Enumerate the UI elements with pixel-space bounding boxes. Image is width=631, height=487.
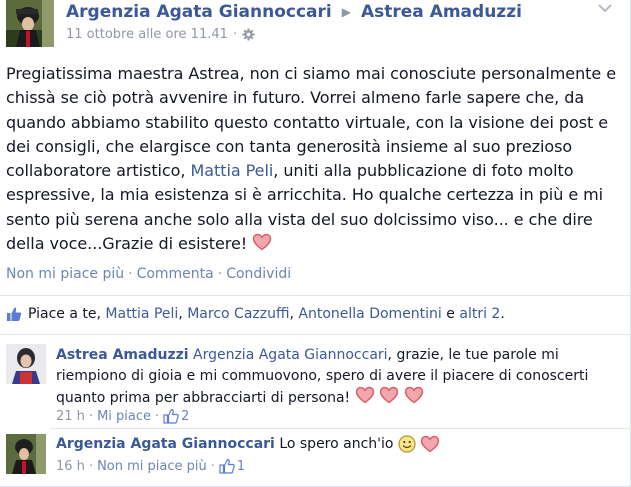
- smile-icon: [398, 435, 416, 453]
- post-target[interactable]: Astrea Amaduzzi: [361, 2, 522, 22]
- comment-like-count[interactable]: 1: [219, 458, 245, 474]
- likes-prefix: Piace a te,: [28, 306, 101, 322]
- heart-icon: [379, 386, 399, 404]
- unlike-link[interactable]: Non mi piace più: [6, 266, 124, 282]
- action-separator: ·: [217, 266, 223, 282]
- comment-time[interactable]: 21 h: [56, 409, 85, 424]
- comment-time[interactable]: 16 h: [56, 459, 85, 474]
- like-count-value: 1: [236, 458, 246, 474]
- meta-separator: ·: [210, 458, 215, 474]
- post-author[interactable]: Argenzia Agata Giannoccari: [66, 2, 332, 22]
- likes-connector: e: [446, 306, 455, 322]
- comment-like-count[interactable]: 2: [163, 408, 189, 424]
- comment-avatar[interactable]: [6, 434, 46, 474]
- comment-body: Argenzia Agata Giannoccari Lo spero anch…: [56, 434, 616, 455]
- meta-separator: ·: [232, 27, 238, 42]
- heart-icon: [253, 233, 272, 251]
- comment-mention[interactable]: Argenzia Agata Giannoccari: [193, 347, 388, 363]
- thumbs-up-icon: [7, 307, 22, 321]
- liker-name[interactable]: Mattia Peli: [105, 306, 178, 322]
- post-meta: 11 ottobre alle ore 11.41 ·: [66, 27, 255, 42]
- chevron-down-icon[interactable]: [597, 2, 613, 14]
- meta-separator: ·: [88, 458, 94, 474]
- comment-unlike-link[interactable]: Non mi piace più: [97, 459, 207, 474]
- action-separator: ·: [128, 266, 133, 282]
- thumbs-up-icon: [163, 408, 179, 424]
- post-actions: Non mi piace più · Commenta · Condividi: [6, 266, 291, 282]
- gear-icon[interactable]: [242, 28, 255, 41]
- heart-icon: [404, 386, 423, 404]
- comment-body: Astrea Amaduzzi Argenzia Agata Giannocca…: [56, 345, 616, 409]
- divider: [50, 428, 631, 429]
- like-count-value: 2: [181, 408, 190, 424]
- comment-meta: 21 h · Mi piace · 2: [56, 408, 189, 424]
- comment-author[interactable]: Argenzia Agata Giannoccari: [56, 434, 275, 455]
- comment-avatar[interactable]: [6, 344, 46, 384]
- comment-author[interactable]: Astrea Amaduzzi: [56, 347, 189, 363]
- comment-like-link[interactable]: Mi piace: [97, 409, 151, 424]
- divider: [0, 295, 630, 296]
- comment-meta: 16 h · Non mi piace più · 1: [56, 458, 245, 474]
- post-timestamp[interactable]: 11 ottobre alle ore 11.41: [66, 27, 228, 42]
- author-avatar[interactable]: [6, 0, 54, 47]
- post-body: Pregiatissima maestra Astrea, non ci sia…: [6, 62, 621, 256]
- arrow-right-icon: ▶: [341, 5, 351, 19]
- divider: [0, 334, 630, 335]
- heart-icon: [421, 436, 440, 453]
- meta-separator: ·: [88, 408, 94, 424]
- share-link[interactable]: Condividi: [226, 266, 291, 282]
- likes-summary: Piace a te, Mattia Peli, Marco Cazzuffi,…: [6, 306, 505, 322]
- liker-name[interactable]: Antonella Domentini: [298, 306, 441, 322]
- likes-others[interactable]: altri 2: [459, 306, 500, 322]
- post-author-line: Argenzia Agata Giannoccari ▶ Astrea Amad…: [66, 2, 522, 22]
- meta-separator: ·: [155, 408, 160, 424]
- liker-name[interactable]: Marco Cazzuffi: [187, 306, 289, 322]
- hearts-group: [355, 386, 424, 406]
- thumbs-up-icon: [219, 458, 235, 474]
- post-mention[interactable]: Mattia Peli: [191, 161, 274, 180]
- heart-icon: [355, 386, 374, 404]
- likes-end: .: [500, 306, 505, 322]
- comment-text: Lo spero anch'io: [279, 436, 394, 452]
- comment-link[interactable]: Commenta: [137, 266, 214, 282]
